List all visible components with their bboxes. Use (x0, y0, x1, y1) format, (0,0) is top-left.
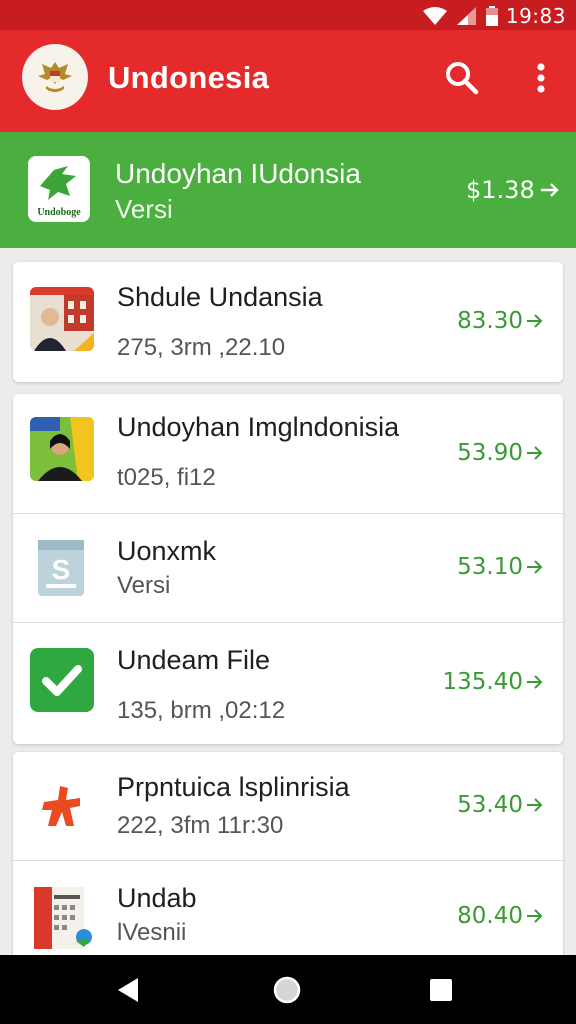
list-item[interactable]: Undeam File 135, brm ,02:12 135.40 (13, 623, 563, 744)
app-subtitle: Versi (117, 572, 171, 599)
arrow-right-icon (527, 560, 543, 574)
app-card: Shdule Undansia 275, 3rm ,22.10 83.30 (13, 262, 563, 382)
app-title: Undonesia (108, 60, 270, 95)
arrow-right-icon (540, 183, 559, 197)
list-item[interactable]: S Uonxmk Versi 53.10 (13, 514, 563, 622)
wifi-icon (422, 7, 447, 25)
status-icons: 19:83 (422, 4, 566, 28)
app-icon (30, 885, 94, 949)
recent-apps-button[interactable] (428, 977, 454, 1003)
app-icon (30, 774, 94, 838)
navigation-bar (0, 955, 576, 1024)
app-subtitle: lVesnii (117, 919, 187, 946)
list-item[interactable]: Prpntuica lsplinrisia 222, 3fm 11r:30 53… (13, 752, 563, 860)
more-vert-icon (537, 63, 545, 93)
app-bar: Undonesia (0, 30, 576, 132)
app-title: Undeam File (117, 645, 271, 675)
list-item[interactable]: Undoyhan Imglndonisia t025, fi12 53.90 (13, 394, 563, 513)
app-card: Prpntuica lsplinrisia 222, 3fm 11r:30 53… (13, 752, 563, 955)
featured-price[interactable]: $1.38 (466, 176, 561, 204)
more-options-button[interactable] (526, 58, 556, 98)
home-circle-icon (273, 976, 301, 1004)
app-subtitle: 135, brm ,02:12 (117, 697, 286, 724)
app-subtitle: 222, 3fm 11r:30 (117, 812, 284, 839)
app-subtitle: 275, 3rm ,22.10 (117, 334, 286, 361)
app-icon: S (30, 536, 94, 600)
check-icon (30, 648, 94, 712)
app-title: Shdule Undansia (117, 282, 323, 312)
arrow-right-icon (527, 675, 543, 689)
featured-title: Undoyhan IUdonsia (115, 158, 361, 189)
app-price[interactable]: 80.40 (457, 903, 545, 929)
list-item[interactable]: Shdule Undansia 275, 3rm ,22.10 83.30 (13, 262, 563, 382)
app-icon (30, 287, 94, 351)
search-icon (446, 62, 479, 95)
app-price[interactable]: 135.40 (443, 669, 545, 695)
battery-icon (485, 6, 498, 26)
status-bar: 19:83 (0, 0, 576, 30)
list-item[interactable]: Undab lVesnii 80.40 (13, 861, 563, 955)
arrow-right-icon (527, 314, 543, 328)
svg-text:S: S (52, 554, 71, 585)
back-button[interactable] (114, 975, 142, 1005)
app-title: Prpntuica lsplinrisia (117, 772, 350, 802)
app-title: Undab (117, 883, 197, 913)
app-price[interactable]: 53.10 (457, 554, 545, 580)
featured-subtitle: Versi (115, 194, 173, 224)
arrow-right-icon (527, 446, 543, 460)
app-subtitle: t025, fi12 (117, 464, 216, 491)
app-title: Undoyhan Imglndonisia (117, 412, 400, 442)
search-button[interactable] (442, 58, 482, 98)
signal-icon (456, 7, 476, 25)
arrow-right-icon (527, 798, 543, 812)
status-time: 19:83 (505, 4, 566, 28)
app-icon (30, 417, 94, 481)
app-price[interactable]: 53.40 (457, 792, 545, 818)
home-button[interactable] (272, 975, 302, 1005)
recent-square-icon (430, 979, 452, 1001)
arrow-right-icon (527, 909, 543, 923)
app-price[interactable]: 83.30 (457, 308, 545, 334)
featured-app-icon: Undoboge (28, 156, 90, 222)
app-card: Undoyhan Imglndonisia t025, fi12 53.90 S… (13, 394, 563, 744)
app-title: Uonxmk (117, 536, 217, 566)
app-price[interactable]: 53.90 (457, 440, 545, 466)
back-triangle-icon (118, 978, 138, 1002)
garuda-emblem-icon (22, 44, 88, 110)
featured-app-banner[interactable]: Undoboge Undoyhan IUdonsia Versi $1.38 (0, 132, 576, 248)
